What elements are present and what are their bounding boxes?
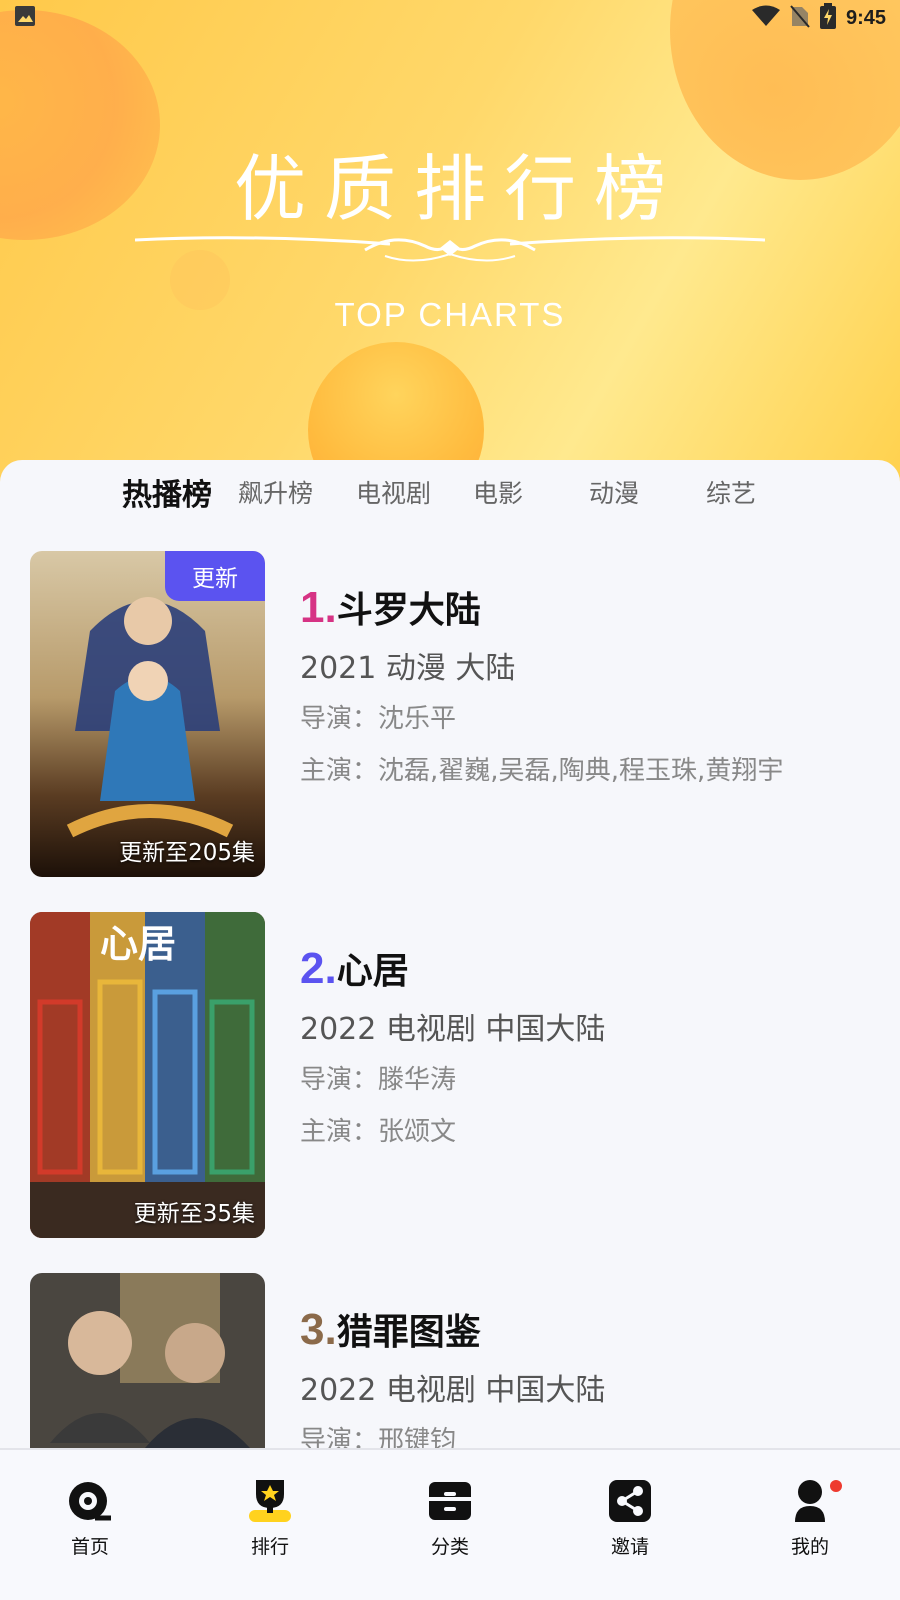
item-info: 1. 斗罗大陆 2021 动漫 大陆 导演：沈乐平 主演：沈磊,翟巍,吴磊,陶典… [300, 581, 870, 797]
list-item[interactable]: 更新 更新至205集 1. 斗罗大陆 2021 动漫 大陆 导演：沈乐平 主演：… [30, 551, 870, 877]
status-bar: 9:45 [0, 0, 900, 36]
item-meta: 2022 电视剧 中国大陆 [300, 1373, 606, 1408]
nav-invite[interactable]: 邀请 [570, 1468, 690, 1578]
nav-label: 分类 [430, 1536, 469, 1558]
list-item[interactable]: 3. 猎罪图鉴 2022 电视剧 中国大陆 导演：邢键钧 [30, 1273, 870, 1450]
battery-charging-icon [819, 3, 836, 33]
home-reel-icon [69, 1482, 111, 1521]
share-icon [609, 1480, 651, 1522]
nav-label: 我的 [790, 1536, 829, 1558]
banner-subtitle: TOP CHARTS [334, 296, 566, 333]
poster-art [30, 1273, 265, 1450]
poster-art: 心居 [30, 912, 265, 1238]
nav-label: 邀请 [610, 1536, 649, 1558]
poster-image[interactable]: 心居 更新至35集 [30, 912, 265, 1238]
item-info: 3. 猎罪图鉴 2022 电视剧 中国大陆 导演：邢键钧 [300, 1303, 870, 1450]
item-director: 导演：滕华涛 [300, 1065, 457, 1095]
header-banner: 9:45 优质排行榜 TOP CHARTS [0, 0, 900, 490]
rank-number: 3. [300, 1305, 337, 1354]
tab-hot[interactable]: 热播榜 [122, 470, 212, 513]
title-row: 1. 斗罗大陆 [300, 581, 870, 639]
user-icon [795, 1480, 825, 1522]
banner-title: 优质排行榜 [233, 147, 684, 231]
wifi-icon [751, 5, 780, 31]
nav-home[interactable]: 首页 [30, 1468, 150, 1578]
item-director: 导演：邢键钧 [300, 1426, 457, 1450]
title-row: 3. 猎罪图鉴 [300, 1303, 870, 1361]
poster-image[interactable]: 更新 更新至205集 [30, 551, 265, 877]
item-cast: 主演：张颂文 [300, 1117, 457, 1147]
episode-count: 更新至205集 [119, 840, 255, 866]
item-info: 2. 心居 2022 电视剧 中国大陆 导演：滕华涛 主演：张颂文 [300, 942, 870, 1158]
nav-category[interactable]: 分类 [390, 1468, 510, 1578]
tab-anime[interactable]: 动漫 [589, 474, 639, 514]
episode-count: 更新至35集 [133, 1201, 255, 1227]
svg-text:心居: 心居 [100, 922, 176, 966]
item-meta: 2021 动漫 大陆 [300, 651, 516, 686]
list-item[interactable]: 心居 更新至35集 2. 心居 2022 电视剧 中国大陆 导演：滕华涛 主演：… [30, 912, 870, 1238]
item-meta: 2022 电视剧 中国大陆 [300, 1012, 606, 1047]
bottom-navigation: 首页 排行 分类 邀请 我的 [0, 1448, 900, 1600]
item-title[interactable]: 斗罗大陆 [337, 581, 481, 633]
tab-rising[interactable]: 飙升榜 [238, 474, 313, 514]
nav-profile[interactable]: 我的 [750, 1468, 870, 1578]
ranking-panel: 热播榜 飙升榜 电视剧 电影 动漫 综艺 更新 更新至205集 1. 斗罗大陆 … [0, 460, 900, 1450]
no-sim-icon [790, 4, 810, 32]
ornament-divider [135, 236, 765, 262]
nav-ranking[interactable]: 排行 [210, 1468, 330, 1578]
item-cast: 主演：沈磊,翟巍,吴磊,陶典,程玉珠,黄翔宇 [300, 756, 784, 786]
poster-image[interactable] [30, 1273, 265, 1450]
status-time: 9:45 [845, 6, 886, 29]
nav-label: 首页 [70, 1536, 109, 1558]
category-box-icon [429, 1482, 471, 1520]
rank-number: 2. [300, 944, 337, 993]
trophy-icon [249, 1480, 291, 1522]
nav-label: 排行 [250, 1536, 289, 1558]
category-tabs: 热播榜 飙升榜 电视剧 电影 动漫 综艺 [0, 460, 900, 530]
tab-tv-series[interactable]: 电视剧 [356, 474, 431, 514]
image-icon [14, 5, 36, 31]
tab-variety[interactable]: 综艺 [706, 474, 756, 514]
update-badge: 更新 [165, 551, 265, 601]
title-row: 2. 心居 [300, 942, 870, 1000]
notification-dot [830, 1480, 842, 1492]
tab-movies[interactable]: 电影 [473, 474, 523, 514]
rank-number: 1. [300, 583, 337, 632]
item-director: 导演：沈乐平 [300, 704, 457, 734]
item-title[interactable]: 猎罪图鉴 [337, 1303, 481, 1355]
item-title[interactable]: 心居 [337, 942, 409, 994]
